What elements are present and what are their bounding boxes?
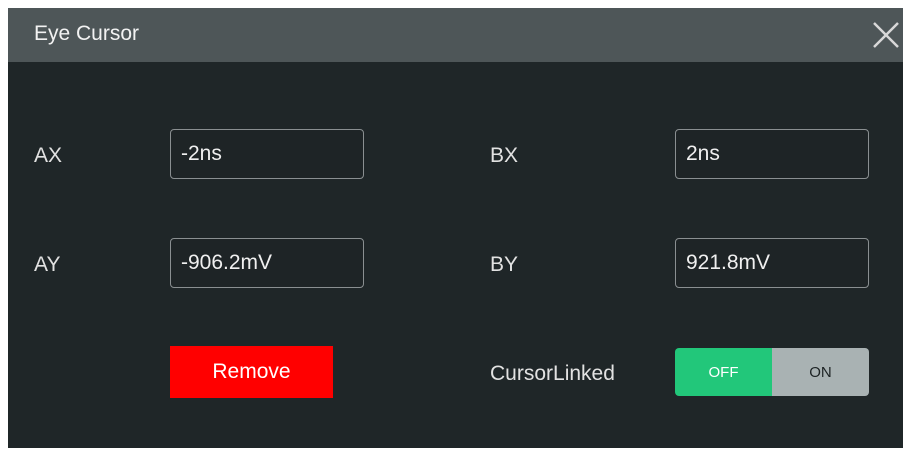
dialog-title: Eye Cursor: [34, 22, 140, 45]
toggle-on-option[interactable]: ON: [772, 348, 869, 396]
ay-label: AY: [34, 253, 61, 276]
cursor-linked-label: CursorLinked: [490, 362, 615, 385]
close-icon: [873, 22, 899, 48]
ay-input[interactable]: -906.2mV: [170, 238, 364, 288]
cursor-linked-toggle[interactable]: OFF ON: [675, 348, 869, 396]
by-label: BY: [490, 253, 519, 276]
eye-cursor-dialog: Eye Cursor AX -2ns BX 2ns AY -906.2mV BY…: [8, 8, 903, 448]
toggle-off-option[interactable]: OFF: [675, 348, 772, 396]
by-input[interactable]: 921.8mV: [675, 238, 869, 288]
bx-input[interactable]: 2ns: [675, 129, 869, 179]
ax-input[interactable]: -2ns: [170, 129, 364, 179]
remove-button[interactable]: Remove: [170, 346, 333, 398]
close-button[interactable]: [869, 18, 903, 52]
bx-label: BX: [490, 144, 519, 167]
ax-label: AX: [34, 144, 63, 167]
dialog-titlebar: Eye Cursor: [8, 8, 903, 62]
